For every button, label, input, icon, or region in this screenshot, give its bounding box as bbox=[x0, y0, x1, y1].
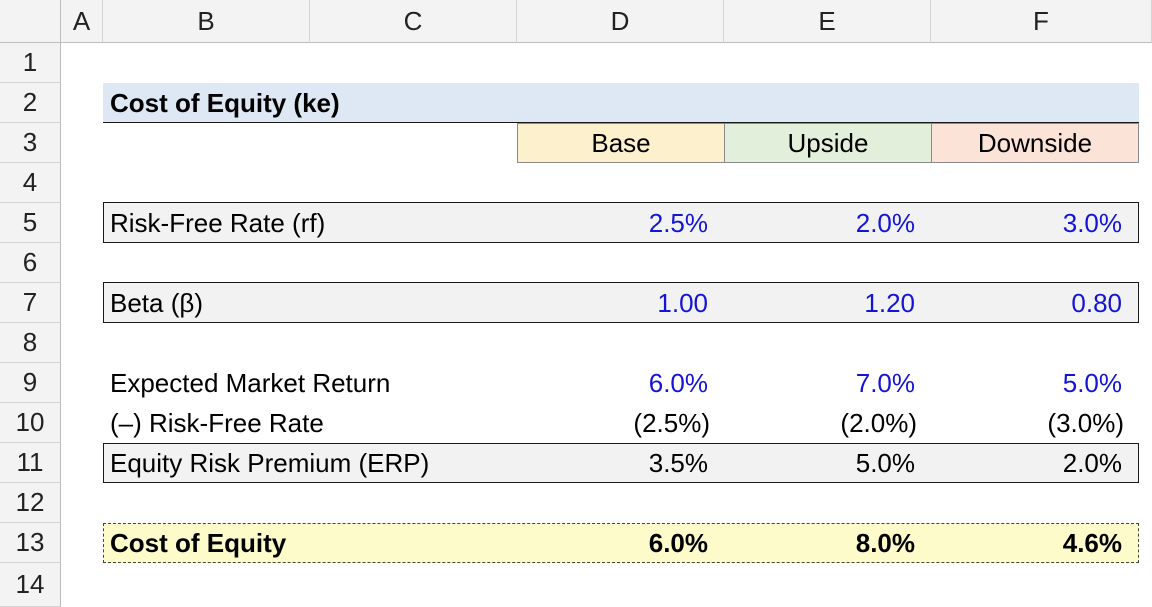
row-header-5[interactable]: 5 bbox=[0, 203, 61, 243]
scenario-header-downside[interactable]: Downside bbox=[931, 123, 1139, 163]
erp-base-value[interactable]: 3.5% bbox=[517, 443, 724, 483]
erp-upside-value[interactable]: 5.0% bbox=[724, 443, 931, 483]
row-header-11[interactable]: 11 bbox=[0, 443, 61, 483]
row-header-6[interactable]: 6 bbox=[0, 243, 61, 283]
beta-base-value[interactable]: 1.00 bbox=[517, 283, 724, 323]
row-header-9[interactable]: 9 bbox=[0, 363, 61, 403]
row-header-14[interactable]: 14 bbox=[0, 563, 61, 607]
sheet-title[interactable]: Cost of Equity (ke) bbox=[103, 83, 603, 123]
column-header-e[interactable]: E bbox=[724, 0, 931, 43]
row-header-10[interactable]: 10 bbox=[0, 403, 61, 443]
rf-label[interactable]: Risk-Free Rate (rf) bbox=[103, 203, 503, 243]
column-header-d[interactable]: D bbox=[517, 0, 724, 43]
emr-downside-value[interactable]: 5.0% bbox=[931, 363, 1138, 403]
row-header-12[interactable]: 12 bbox=[0, 483, 61, 523]
row-header-4[interactable]: 4 bbox=[0, 163, 61, 203]
select-all-corner[interactable] bbox=[0, 0, 61, 43]
scenario-header-base[interactable]: Base bbox=[517, 123, 725, 163]
column-header-c[interactable]: C bbox=[310, 0, 517, 43]
emr-base-value[interactable]: 6.0% bbox=[517, 363, 724, 403]
rf-upside-value[interactable]: 2.0% bbox=[724, 203, 931, 243]
coe-upside-value[interactable]: 8.0% bbox=[724, 523, 931, 563]
rf-base-value[interactable]: 2.5% bbox=[517, 203, 724, 243]
rf-downside-value[interactable]: 3.0% bbox=[931, 203, 1138, 243]
row-header-1[interactable]: 1 bbox=[0, 43, 61, 83]
emr-label[interactable]: Expected Market Return bbox=[103, 363, 503, 403]
less-rf-upside-value[interactable]: (2.0%) bbox=[724, 403, 931, 443]
beta-label[interactable]: Beta (β) bbox=[103, 283, 503, 323]
scenario-header-upside[interactable]: Upside bbox=[724, 123, 932, 163]
beta-upside-value[interactable]: 1.20 bbox=[724, 283, 931, 323]
row-header-8[interactable]: 8 bbox=[0, 323, 61, 363]
row-header-2[interactable]: 2 bbox=[0, 83, 61, 123]
spreadsheet: A B C D E F 1 2 3 4 5 6 7 8 9 10 11 12 1… bbox=[0, 0, 1152, 607]
coe-downside-value[interactable]: 4.6% bbox=[931, 523, 1138, 563]
emr-upside-value[interactable]: 7.0% bbox=[724, 363, 931, 403]
coe-base-value[interactable]: 6.0% bbox=[517, 523, 724, 563]
beta-downside-value[interactable]: 0.80 bbox=[931, 283, 1138, 323]
less-rf-downside-value[interactable]: (3.0%) bbox=[931, 403, 1138, 443]
erp-label[interactable]: Equity Risk Premium (ERP) bbox=[103, 443, 503, 483]
coe-label[interactable]: Cost of Equity bbox=[103, 523, 503, 563]
row-header-13[interactable]: 13 bbox=[0, 523, 61, 563]
less-rf-label[interactable]: (–) Risk-Free Rate bbox=[103, 403, 503, 443]
row-header-3[interactable]: 3 bbox=[0, 123, 61, 163]
column-header-a[interactable]: A bbox=[61, 0, 103, 43]
erp-downside-value[interactable]: 2.0% bbox=[931, 443, 1138, 483]
column-header-f[interactable]: F bbox=[931, 0, 1152, 43]
column-header-b[interactable]: B bbox=[103, 0, 310, 43]
less-rf-base-value[interactable]: (2.5%) bbox=[517, 403, 724, 443]
row-header-7[interactable]: 7 bbox=[0, 283, 61, 323]
